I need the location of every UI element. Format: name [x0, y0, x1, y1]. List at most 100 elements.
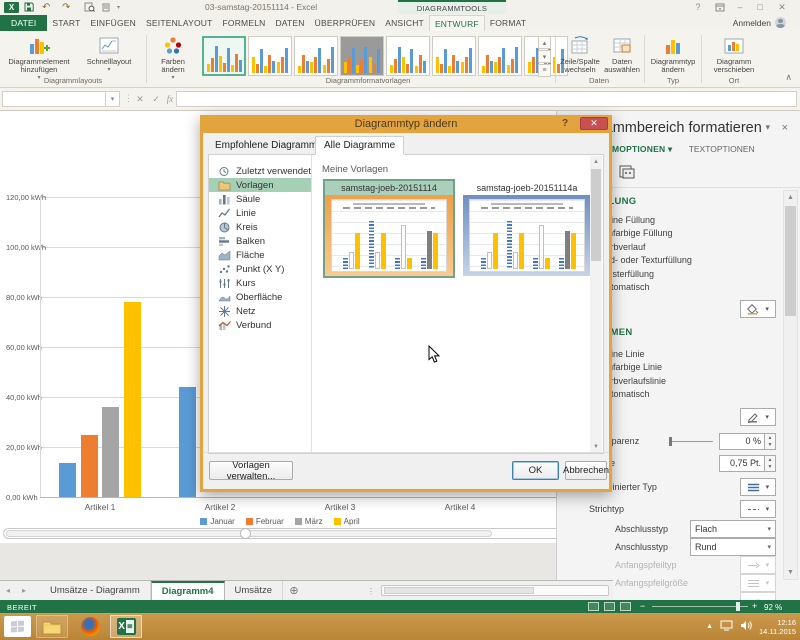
undo-icon[interactable]: ↶ — [42, 1, 50, 13]
transparency-slider[interactable] — [669, 441, 713, 442]
help-button[interactable]: ? — [690, 1, 706, 13]
zoom-slider-thumb[interactable] — [736, 602, 740, 611]
save-icon[interactable] — [24, 1, 34, 13]
add-chart-element-button[interactable]: Diagrammelement hinzufügen▾ — [4, 34, 74, 82]
width-spinner[interactable]: 0,75 Pt.▲▼ — [719, 455, 776, 472]
chart-legend[interactable]: JanuarFebruarMärzApril — [0, 517, 560, 526]
gallery-more-button[interactable]: ≡ — [538, 64, 551, 77]
sheet-nav-left-icon[interactable]: ◂ — [0, 581, 16, 600]
chart-type-s-ule[interactable]: Säule — [209, 192, 311, 206]
legend-item-januar[interactable]: Januar — [200, 517, 234, 526]
pane-menu-icon[interactable]: ▾ — [765, 122, 770, 133]
redo-icon[interactable]: ↷ — [62, 1, 70, 13]
chart-style-thumb-7[interactable] — [478, 36, 522, 76]
formula-input[interactable] — [176, 91, 797, 107]
tab-start[interactable]: START — [47, 15, 85, 31]
page-break-view-icon[interactable] — [620, 602, 631, 611]
zoom-out-icon[interactable]: − — [640, 601, 645, 611]
restore-button[interactable]: □ — [752, 1, 768, 13]
page-layout-view-icon[interactable] — [604, 602, 615, 611]
bar-februar-artikel-1[interactable] — [81, 435, 98, 498]
pane-close-icon[interactable]: × — [782, 122, 788, 134]
chart-style-thumb-6[interactable] — [432, 36, 476, 76]
fill-color-button[interactable]: ▾ — [740, 300, 776, 318]
gallery-down-button[interactable]: ▾ — [538, 50, 551, 63]
chart-type-balken[interactable]: Balken — [209, 234, 311, 248]
bar-januar-artikel-1[interactable] — [59, 463, 76, 497]
pane-scroll-down-icon[interactable]: ▼ — [784, 566, 797, 579]
chart-type-vorlagen[interactable]: Vorlagen — [209, 178, 311, 192]
firefox-taskbar-icon[interactable] — [74, 615, 106, 638]
tab-ueberpruefen[interactable]: ÜBERPRÜFEN — [310, 15, 381, 31]
compound-type-button[interactable]: ▾ — [740, 478, 776, 496]
print-preview-icon[interactable] — [84, 1, 95, 13]
chart-style-thumb-3[interactable] — [294, 36, 338, 76]
quick-layout-button[interactable]: Schnelllayout▾ — [78, 34, 140, 74]
transparency-spinner[interactable]: 0 %▲▼ — [719, 433, 776, 450]
move-chart-button[interactable]: Diagramm verschieben — [705, 34, 763, 74]
sheet-tab-umsaetze[interactable]: Umsätze — [225, 581, 283, 600]
template-samstag-joeb-20151114a[interactable]: samstag-joeb-20151114a — [461, 179, 593, 278]
sheet-nav-right-icon[interactable]: ▸ — [16, 581, 32, 600]
chart-type-verbund[interactable]: Verbund — [209, 318, 311, 332]
dash-type-button[interactable]: ▾ — [740, 500, 776, 518]
zoom-in-icon[interactable]: + — [752, 601, 757, 611]
sign-in[interactable]: Anmelden — [733, 17, 786, 28]
dialog-scrollbar-thumb[interactable] — [591, 169, 601, 261]
cancel-entry-icon[interactable]: ✕ — [132, 91, 148, 107]
join-type-select[interactable]: Rund▾ — [690, 538, 776, 556]
pane-scroll-up-icon[interactable]: ▲ — [784, 191, 797, 204]
bar-m-rz-artikel-1[interactable] — [102, 407, 119, 497]
chart-type-linie[interactable]: Linie — [209, 206, 311, 220]
excel-taskbar-icon[interactable]: X≣ — [110, 615, 142, 638]
bar-april-artikel-1[interactable] — [124, 302, 141, 497]
sheet-tab-umsaetze-diagramm[interactable]: Umsätze - Diagramm — [40, 581, 151, 600]
file-explorer-taskbar-icon[interactable] — [36, 615, 68, 638]
chart-type-netz[interactable]: Netz — [209, 304, 311, 318]
hidden-icons-icon[interactable]: ▲ — [706, 623, 713, 630]
legend-item-april[interactable]: April — [334, 517, 360, 526]
change-chart-type-button[interactable]: Diagrammtyp ändern — [647, 34, 699, 74]
chart-type-punkt-x-y[interactable]: Punkt (X Y) — [209, 262, 311, 276]
chart-type-kurs[interactable]: Kurs — [209, 276, 311, 290]
cap-type-select[interactable]: Flach▾ — [690, 520, 776, 538]
zoom-slider[interactable] — [652, 606, 748, 607]
change-colors-button[interactable]: Farben ändern▾ — [150, 34, 196, 82]
gallery-up-button[interactable]: ▴ — [538, 36, 551, 49]
customize-qat-icon[interactable] — [102, 1, 111, 13]
manage-templates-button[interactable]: Vorlagen verwalten... — [209, 461, 293, 480]
zoom-level[interactable]: 92 % — [764, 603, 782, 612]
minimize-button[interactable]: – — [732, 1, 748, 13]
tab-datei[interactable]: DATEI — [0, 15, 47, 31]
chart-style-thumb-1[interactable] — [202, 36, 246, 76]
sheet-tab-diagramm4[interactable]: Diagramm4 — [151, 581, 225, 600]
horizontal-scrollbar[interactable] — [3, 528, 609, 539]
tab-seitenlayout[interactable]: SEITENLAYOUT — [141, 15, 217, 31]
qat-dropdown-icon[interactable]: ▾ — [117, 1, 120, 13]
chart-style-thumb-2[interactable] — [248, 36, 292, 76]
tab-formeln[interactable]: FORMELN — [218, 15, 271, 31]
ribbon-display-options-button[interactable] — [712, 1, 728, 13]
horizontal-scrollbar-grip[interactable] — [240, 528, 251, 539]
tab-entwurf[interactable]: ENTWURF — [429, 15, 485, 31]
chart-type-fl-che[interactable]: Fläche — [209, 248, 311, 262]
start-button[interactable] — [4, 616, 31, 637]
pane-tab-text-options[interactable]: TEXTOPTIONEN — [689, 144, 755, 154]
tab-einfuegen[interactable]: EINFÜGEN — [85, 15, 141, 31]
collapse-ribbon-icon[interactable]: ∧ — [785, 72, 792, 83]
effects-icon[interactable] — [615, 161, 637, 181]
tab-daten[interactable]: DATEN — [270, 15, 309, 31]
template-samstag-joeb-20151114[interactable]: samstag-joeb-20151114 — [323, 179, 455, 278]
ok-button[interactable]: OK — [512, 461, 559, 480]
pane-scrollbar-thumb[interactable] — [785, 206, 796, 316]
arrow-begin-type-button[interactable]: ▾ — [740, 556, 776, 574]
bar-januar-artikel-2[interactable] — [179, 387, 196, 497]
chart-style-thumb-5[interactable] — [386, 36, 430, 76]
dialog-scroll-down-icon[interactable]: ▼ — [590, 441, 602, 452]
tab-alle-diagramme[interactable]: Alle Diagramme — [315, 136, 404, 155]
dialog-scroll-up-icon[interactable]: ▲ — [590, 156, 602, 167]
chart-type-kreis[interactable]: Kreis — [209, 220, 311, 234]
arrow-begin-size-button[interactable]: ▾ — [740, 574, 776, 592]
name-box[interactable] — [2, 91, 106, 107]
legend-item-februar[interactable]: Februar — [246, 517, 284, 526]
